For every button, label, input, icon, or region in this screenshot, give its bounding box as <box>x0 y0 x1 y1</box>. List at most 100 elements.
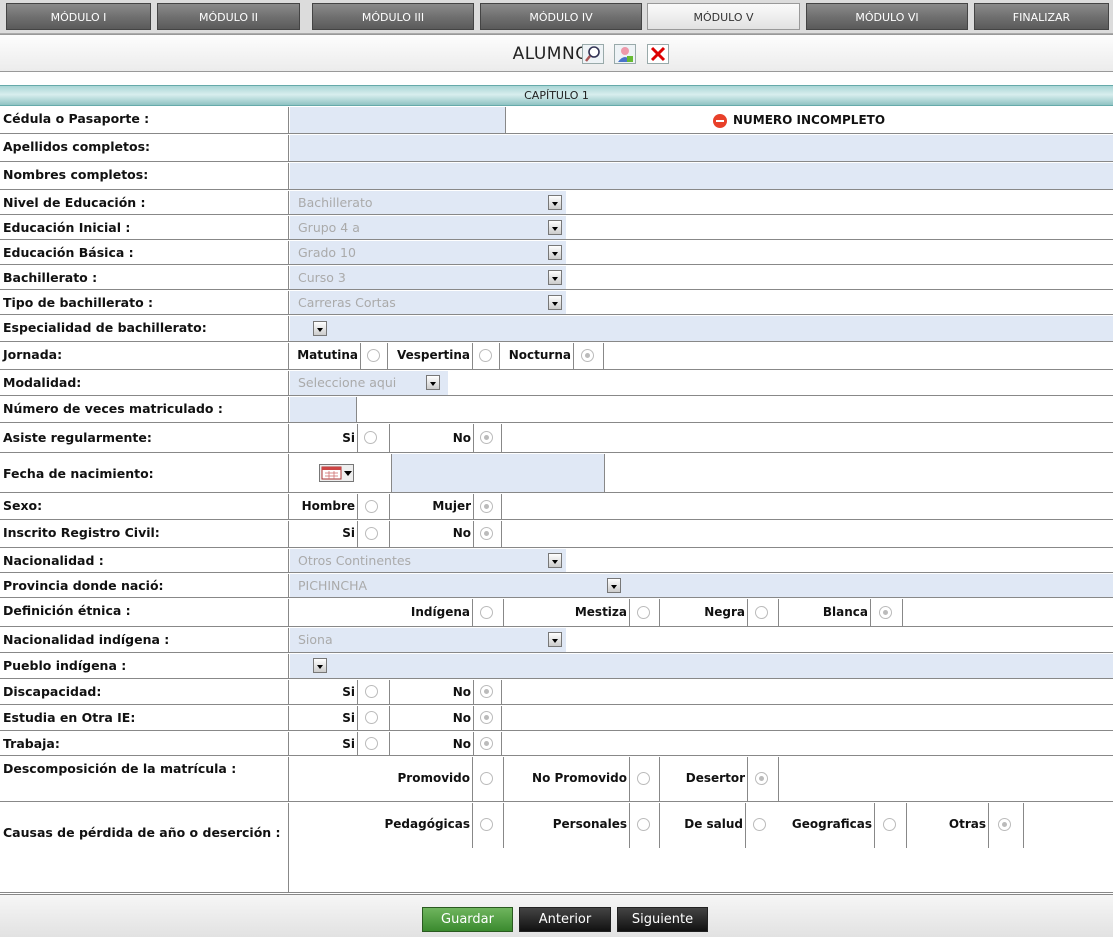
radio-discapacidad-si[interactable] <box>365 685 378 698</box>
search-button[interactable] <box>582 44 604 64</box>
form-row-asiste: Asiste regularmente: Si No <box>0 424 1113 453</box>
close-icon <box>650 46 666 62</box>
tab-modulo-4[interactable]: MÓDULO IV <box>480 3 642 30</box>
form-row-descomp: Descomposición de la matrícula : Promovi… <box>0 757 1113 802</box>
cedula-input[interactable] <box>290 107 506 133</box>
form-row-basica: Educación Básica : Grado 10 <box>0 241 1113 265</box>
option-label: No Promovido <box>504 757 630 801</box>
radio-trabaja-no[interactable] <box>480 737 493 750</box>
tab-modulo-5[interactable]: MÓDULO V <box>647 3 800 30</box>
radio-otra-ie-no[interactable] <box>480 711 493 724</box>
radio-pedagogicas[interactable] <box>480 818 493 831</box>
radio-negra[interactable] <box>755 606 768 619</box>
warning-icon <box>713 114 727 128</box>
chevron-down-icon <box>313 321 327 336</box>
radio-cell <box>473 599 504 626</box>
radio-cell <box>748 757 779 801</box>
siguiente-button[interactable]: Siguiente <box>617 907 708 932</box>
form-row-nivel: Nivel de Educación : Bachillerato <box>0 191 1113 215</box>
chevron-down-icon <box>313 658 327 673</box>
option-label: Promovido <box>290 757 473 801</box>
radio-geograficas[interactable] <box>883 818 896 831</box>
radio-cell <box>474 706 502 730</box>
apellidos-input[interactable] <box>290 135 1113 161</box>
tab-finalizar[interactable]: FINALIZAR <box>974 3 1109 30</box>
tab-modulo-1[interactable]: MÓDULO I <box>6 3 151 30</box>
tab-modulo-3[interactable]: MÓDULO III <box>312 3 474 30</box>
option-label: No <box>390 424 474 452</box>
nivel-select[interactable]: Bachillerato <box>290 191 566 214</box>
radio-mujer[interactable] <box>480 500 493 513</box>
radio-asiste-no[interactable] <box>480 431 493 444</box>
option-label: Geograficas <box>776 803 875 848</box>
field-label: Pueblo indígena : <box>0 654 289 678</box>
pueblo-select[interactable] <box>290 654 1113 678</box>
radio-blanca[interactable] <box>879 606 892 619</box>
tipo-bach-select[interactable]: Carreras Cortas <box>290 291 566 314</box>
title-bar: ALUMNOS <box>0 34 1113 72</box>
radio-asiste-si[interactable] <box>364 431 377 444</box>
radio-cell <box>474 424 502 452</box>
user-icon <box>618 47 633 62</box>
field-label: Jornada: <box>0 343 289 369</box>
bachillerato-select[interactable]: Curso 3 <box>290 266 566 289</box>
modalidad-select[interactable]: Seleccione aqui <box>290 371 448 395</box>
option-label: Desertor <box>660 757 748 801</box>
radio-otras[interactable] <box>998 818 1011 831</box>
option-label: Vespertina <box>388 343 473 369</box>
date-picker-button[interactable] <box>319 464 354 482</box>
radio-nocturna[interactable] <box>581 349 594 362</box>
user-button[interactable] <box>614 44 636 64</box>
radio-cell <box>989 803 1024 848</box>
option-label: De salud <box>660 803 746 848</box>
radio-no-promovido[interactable] <box>637 772 650 785</box>
form-row-veces: Número de veces matriculado : <box>0 397 1113 423</box>
field-label: Cédula o Pasaporte : <box>0 107 289 133</box>
radio-cell <box>358 680 390 704</box>
field-label: Estudia en Otra IE: <box>0 706 289 730</box>
form-row-etnica: Definición étnica : Indígena Mestiza Neg… <box>0 599 1113 627</box>
radio-discapacidad-no[interactable] <box>480 685 493 698</box>
nombres-input[interactable] <box>290 163 1113 189</box>
field-label: Discapacidad: <box>0 680 289 704</box>
radio-de-salud[interactable] <box>753 818 766 831</box>
chevron-down-icon <box>548 295 562 310</box>
radio-promovido[interactable] <box>480 772 493 785</box>
radio-cell <box>871 599 903 626</box>
chevron-down-icon <box>607 578 621 593</box>
option-label: Mujer <box>390 494 474 519</box>
form-row-tipo-bach: Tipo de bachillerato : Carreras Cortas <box>0 291 1113 315</box>
radio-hombre[interactable] <box>365 500 378 513</box>
form-row-otra-ie: Estudia en Otra IE: Si No <box>0 706 1113 731</box>
provincia-select[interactable]: PICHINCHA <box>290 574 1113 597</box>
radio-trabaja-si[interactable] <box>365 737 378 750</box>
form-row-sexo: Sexo: Hombre Mujer <box>0 494 1113 520</box>
radio-mestiza[interactable] <box>637 606 650 619</box>
radio-indigena[interactable] <box>480 606 493 619</box>
radio-matutina[interactable] <box>367 349 380 362</box>
especialidad-select[interactable] <box>290 316 1113 341</box>
radio-vespertina[interactable] <box>479 349 492 362</box>
nacionalidad-select[interactable]: Otros Continentes <box>290 549 566 572</box>
field-label: Trabaja: <box>0 732 289 755</box>
option-label: No <box>390 680 474 704</box>
radio-desertor[interactable] <box>755 772 768 785</box>
nac-indigena-select[interactable]: Siona <box>290 628 566 652</box>
inicial-select[interactable]: Grupo 4 a <box>290 216 566 239</box>
delete-button[interactable] <box>647 44 669 64</box>
radio-cell <box>473 343 500 369</box>
radio-personales[interactable] <box>637 818 650 831</box>
fecha-input[interactable] <box>391 454 605 492</box>
basica-select[interactable]: Grado 10 <box>290 241 566 264</box>
anterior-button[interactable]: Anterior <box>519 907 611 932</box>
select-value: PICHINCHA <box>298 578 368 593</box>
guardar-button[interactable]: Guardar <box>422 907 513 932</box>
tab-modulo-6[interactable]: MÓDULO VI <box>806 3 968 30</box>
radio-otra-ie-si[interactable] <box>365 711 378 724</box>
radio-registro-si[interactable] <box>365 527 378 540</box>
radio-cell <box>474 680 502 704</box>
radio-registro-no[interactable] <box>480 527 493 540</box>
tab-modulo-2[interactable]: MÓDULO II <box>157 3 300 30</box>
veces-input[interactable] <box>290 397 357 422</box>
select-value: Grupo 4 a <box>298 220 360 235</box>
